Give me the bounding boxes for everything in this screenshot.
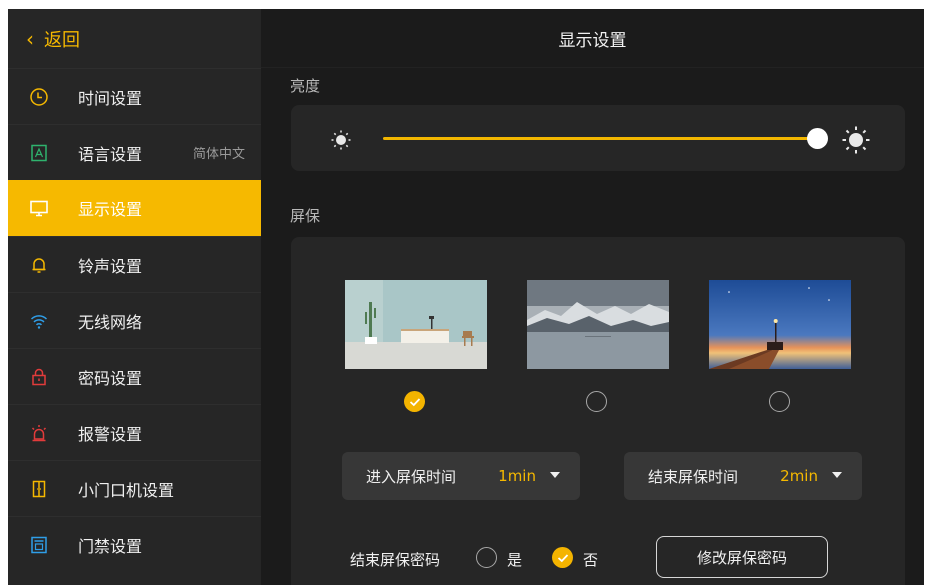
enter-screensaver-time-label: 进入屏保时间 [366, 467, 457, 486]
sidebar-item-label: 小门口机设置 [78, 480, 175, 500]
brightness-low-icon [331, 130, 351, 150]
exit-password-label: 结束屏保密码 [350, 551, 441, 569]
modify-password-button[interactable]: 修改屏保密码 [656, 536, 828, 578]
door-station-icon [32, 480, 46, 497]
language-icon [31, 144, 47, 161]
password-yes-label: 是 [507, 551, 523, 569]
sidebar-item-label: 无线网络 [78, 312, 143, 332]
sidebar-item-label: 语言设置 [78, 144, 143, 164]
back-label: 返回 [44, 29, 80, 51]
screensaver-label: 屏保 [290, 207, 321, 225]
access-control-icon [31, 536, 47, 553]
brightness-label: 亮度 [290, 77, 321, 95]
brightness-slider-thumb[interactable] [807, 128, 828, 149]
page-title: 显示设置 [558, 30, 627, 51]
password-no-label: 否 [583, 551, 599, 569]
sidebar-item-time[interactable]: 时间设置 [8, 68, 261, 124]
brightness-high-icon [842, 126, 870, 154]
living-room-image[interactable] [345, 280, 487, 369]
modify-password-label: 修改屏保密码 [696, 548, 787, 567]
screensaver-image-1-radio[interactable] [404, 391, 425, 412]
caret-down-icon [550, 472, 560, 478]
sidebar-item-door-station[interactable]: 小门口机设置 [8, 460, 261, 516]
password-yes-radio[interactable] [476, 547, 497, 568]
sidebar-item-label: 显示设置 [78, 200, 143, 219]
brightness-slider-track[interactable] [383, 137, 819, 140]
sidebar-item-ringtone[interactable]: 铃声设置 [8, 236, 261, 292]
back-button[interactable]: ‹ 返回 [8, 9, 261, 68]
sidebar: ‹ 返回 时间设置 语言设置 简体中文 显示设置 铃声设置 无线网络 密码设置 … [8, 9, 261, 585]
app-screen: ‹ 返回 时间设置 语言设置 简体中文 显示设置 铃声设置 无线网络 密码设置 … [8, 9, 924, 585]
monitor-icon [30, 200, 48, 217]
chevron-left-icon: ‹ [26, 26, 34, 51]
exit-screensaver-time-label: 结束屏保时间 [648, 467, 739, 486]
sidebar-item-label: 铃声设置 [78, 256, 143, 276]
sidebar-item-label: 报警设置 [78, 424, 143, 444]
sidebar-item-label: 密码设置 [78, 368, 143, 388]
password-no-radio[interactable] [552, 547, 573, 568]
wifi-icon [30, 314, 48, 329]
caret-down-icon [832, 472, 842, 478]
sidebar-item-wifi[interactable]: 无线网络 [8, 292, 261, 348]
bell-icon [32, 257, 46, 273]
check-icon [557, 553, 568, 562]
sidebar-item-label: 时间设置 [78, 88, 143, 108]
check-icon [409, 397, 420, 406]
exit-screensaver-time-value: 2min [780, 467, 818, 485]
sidebar-item-display[interactable]: 显示设置 [8, 180, 261, 236]
sidebar-item-label: 门禁设置 [78, 536, 143, 556]
lock-icon [32, 368, 46, 385]
alarm-icon [31, 424, 47, 441]
enter-screensaver-time-value: 1min [498, 467, 536, 485]
screensaver-image-2-radio[interactable] [586, 391, 607, 412]
sidebar-item-password[interactable]: 密码设置 [8, 348, 261, 404]
exit-screensaver-time-dropdown[interactable]: 结束屏保时间 2min [624, 452, 862, 500]
sidebar-item-alarm[interactable]: 报警设置 [8, 404, 261, 460]
screensaver-image-3-radio[interactable] [769, 391, 790, 412]
sidebar-item-language[interactable]: 语言设置 简体中文 [8, 124, 261, 180]
language-value: 简体中文 [192, 147, 245, 162]
page-title-bar: 显示设置 [261, 9, 924, 68]
enter-screensaver-time-dropdown[interactable]: 进入屏保时间 1min [342, 452, 580, 500]
sidebar-item-access-control[interactable]: 门禁设置 [8, 516, 261, 572]
pier-sunset-image[interactable] [709, 280, 851, 369]
snowy-mountain-lake-image[interactable] [527, 280, 669, 369]
clock-icon [30, 87, 48, 106]
